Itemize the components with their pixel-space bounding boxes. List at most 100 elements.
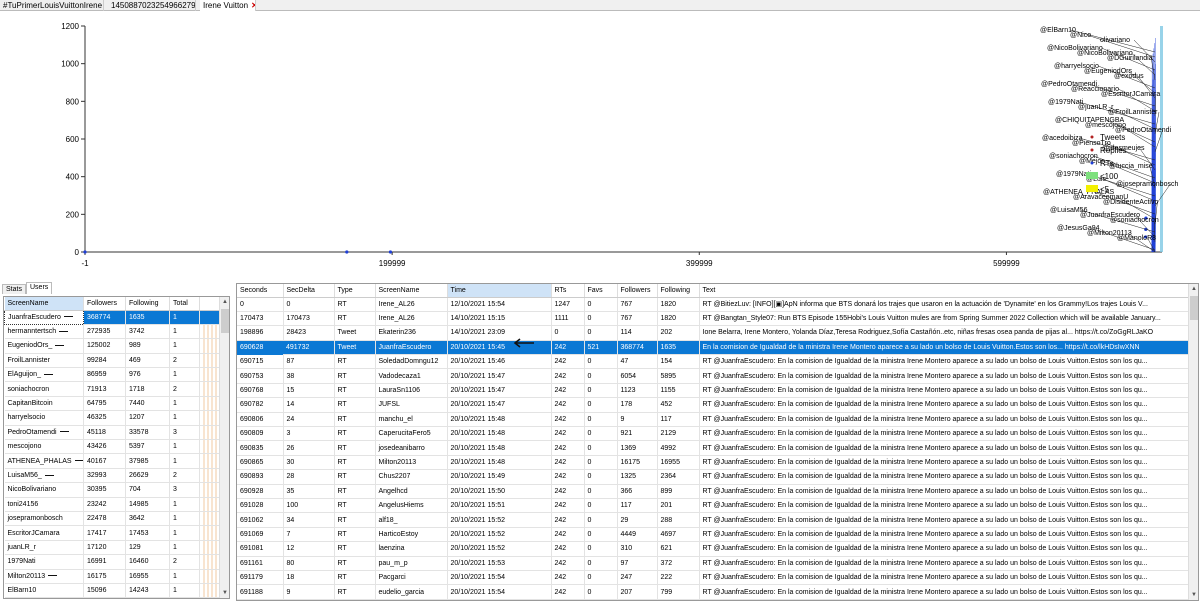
- users-col-header[interactable]: Followers: [83, 297, 126, 311]
- tweets-scrollbar[interactable]: ▲ ▼: [1188, 284, 1198, 600]
- file-tab-2[interactable]: Irene Vuitton✕: [200, 0, 256, 11]
- users-grid[interactable]: ScreenName Followers Following Total Juanfr…: [3, 296, 230, 599]
- tweet-row[interactable]: 690865 30 RT Milton20113 20/10/2021 15:48 242…: [237, 455, 1191, 471]
- tweets-col-header[interactable]: Favs: [584, 284, 618, 298]
- underline-mark: [74, 460, 83, 462]
- tweets-col-header[interactable]: Text: [699, 284, 1191, 298]
- tweet-cell: RT @JuanfraEscudero: En la comision de I…: [699, 354, 1191, 370]
- user-row[interactable]: CapitanBitcoin 64795 7440 1: [4, 396, 222, 412]
- user-row[interactable]: PedroOtamendi 45118 33578 3: [4, 425, 222, 441]
- tweet-cell: JuanfraEscudero: [375, 340, 448, 356]
- tweet-row[interactable]: 0 0 RT Irene_AL26 12/10/2021 15:54 1247 0 767 18…: [237, 297, 1191, 312]
- user-row[interactable]: mescojono 43426 5397 1: [4, 439, 222, 455]
- scroll-up-icon[interactable]: ▲: [220, 297, 229, 307]
- tweet-row[interactable]: 690753 38 RT Vadodecaza1 20/10/2021 15:47 242…: [237, 368, 1191, 384]
- user-row[interactable]: LuisaM56_ 32993 26629 2: [4, 468, 222, 484]
- user-cell-text: 16955: [129, 572, 149, 580]
- user-row[interactable]: ElAguijon_ 86959 976 1: [4, 367, 222, 383]
- tweet-row[interactable]: 691028 100 RT AngelusHiems 20/10/2021 15:51 2…: [237, 498, 1191, 514]
- user-row[interactable]: ATHENEA_PHALAS 40167 37985 1: [4, 453, 222, 469]
- user-row[interactable]: JuanfraEscudero 368774 1635 1: [4, 309, 222, 325]
- timeline-chart[interactable]: 0 200 400 600 800 1000 1200 -1 199999 399999 59999…: [0, 12, 1200, 282]
- tweets-grid[interactable]: Seconds SecDelta Type ScreenName Time RTs Favs…: [236, 283, 1199, 601]
- tweet-row[interactable]: 691062 34 RT alf18_ 20/10/2021 15:52 242 0 29 28…: [237, 512, 1191, 528]
- tweets-col-header[interactable]: SecDelta: [283, 284, 335, 298]
- tweet-row[interactable]: 690768 15 RT LauraSn1106 20/10/2021 15:47 242…: [237, 383, 1191, 399]
- user-cell: 3: [169, 425, 200, 441]
- users-scrollbar[interactable]: ▲ ▼: [219, 297, 229, 598]
- tweet-row[interactable]: 691188 9 RT eudelio_garcia 20/10/2021 15:54 2…: [237, 584, 1191, 600]
- tweet-cell: RT @JuanfraEscudero: En la comision de I…: [699, 541, 1191, 557]
- user-cell-text: 1: [173, 313, 177, 321]
- users-col-header[interactable]: Following: [125, 297, 170, 311]
- tweets-col-header[interactable]: Seconds: [237, 284, 284, 298]
- file-tab-0[interactable]: #TuPrimerLouisVuittonIrene✕: [0, 0, 104, 11]
- file-tab-1[interactable]: 1450887023254966279✕: [108, 0, 196, 11]
- tweet-cell: RT: [334, 484, 376, 499]
- user-row[interactable]: toni24156 23242 14985 1: [4, 497, 222, 512]
- tweet-cell: 288: [657, 512, 700, 528]
- user-row[interactable]: NicoBolivariano 30395 704 3: [4, 482, 222, 498]
- scroll-down-icon[interactable]: ▼: [220, 588, 229, 598]
- tweet-cell: 242: [551, 397, 585, 413]
- user-row[interactable]: 1979Nati 16991 16460 2: [4, 554, 222, 570]
- tweet-row[interactable]: 170473 170473 RT Irene_AL26 14/10/2021 15:15…: [237, 311, 1191, 327]
- user-row[interactable]: FroilLannister 99284 469 2: [4, 353, 222, 369]
- tweet-row[interactable]: 691161 80 RT pau_m_p 20/10/2021 15:53 242 0 97 3…: [237, 556, 1191, 571]
- tweet-cell: 38: [283, 368, 335, 384]
- tweets-col-header[interactable]: Time: [447, 284, 552, 298]
- close-icon[interactable]: ✕: [251, 1, 255, 10]
- user-row[interactable]: DisidenteActivo149848991: [4, 597, 222, 598]
- user-row[interactable]: josepramonbosch 22478 3642 1: [4, 511, 222, 527]
- tweet-row[interactable]: 691069 7 RT HarticoEstoy 20/10/2021 15:52 242…: [237, 527, 1191, 543]
- tweet-row[interactable]: 6911913RTUNADEL5820/10/2021 15:542420354…: [237, 599, 1191, 600]
- tweet-cell: 1247: [551, 297, 585, 312]
- scroll-thumb[interactable]: [221, 309, 229, 333]
- scroll-down-icon[interactable]: ▼: [1189, 590, 1198, 600]
- tweet-row[interactable]: 691081 12 RT laenzina 20/10/2021 15:52 242 0 31…: [237, 541, 1191, 557]
- tweet-row[interactable]: 690928 35 RT Angelhcd 20/10/2021 15:50 242 0 36…: [237, 484, 1191, 499]
- tweets-col-header[interactable]: Following: [657, 284, 700, 298]
- user-row[interactable]: harryelsocio 46325 1207 1: [4, 410, 222, 426]
- users-col-header[interactable]: Total: [169, 297, 200, 311]
- user-cell-text: 99284: [87, 356, 107, 364]
- y-tick-label: 800: [66, 97, 80, 106]
- mention-label: @ManoloR8: [1117, 235, 1156, 242]
- tweet-row[interactable]: 690782 14 RT JUFSL 20/10/2021 15:47 242 0 178 45…: [237, 397, 1191, 413]
- tweet-row[interactable]: 690809 3 RT CaperucitaFero5 20/10/2021 15:48…: [237, 426, 1191, 442]
- scroll-up-icon[interactable]: ▲: [1189, 284, 1198, 294]
- user-row[interactable]: Milton20113 16175 16955 1: [4, 569, 222, 584]
- tweet-cell: 5895: [657, 368, 700, 384]
- tweet-row[interactable]: 690715 87 RT SoledadDomngu12 20/10/2021 15:4…: [237, 354, 1191, 370]
- tweet-row[interactable]: 198896 28423 Tweet Ekaterin236 14/10/2021 23…: [237, 325, 1191, 341]
- user-row[interactable]: ElBarn10 15096 14243 1: [4, 583, 222, 598]
- user-row[interactable]: hermanntertsch 272935 3742 1: [4, 324, 222, 340]
- tweet-cell: 6054: [617, 368, 658, 384]
- user-row[interactable]: EugeniodOrs_ 125002 989 1: [4, 338, 222, 354]
- tweet-row[interactable]: 690893 28 RT Chus2207 20/10/2021 15:49 242 0 13…: [237, 469, 1191, 485]
- tweets-col-header[interactable]: ScreenName: [375, 284, 448, 298]
- tweet-row[interactable]: 690628 491732 Tweet JuanfraEscudero 20/10/20…: [237, 340, 1191, 356]
- user-row[interactable]: soniachocron 71913 1718 2: [4, 381, 222, 397]
- tweet-row[interactable]: 690835 26 RT josedeanibarro 20/10/2021 15:48…: [237, 440, 1191, 456]
- tab-users[interactable]: Users: [26, 282, 53, 294]
- user-cell-text: 272935: [87, 328, 111, 336]
- user-cell-text: PedroOtamendi: [7, 428, 57, 436]
- tweet-cell: 29: [617, 512, 658, 528]
- tweet-cell: 0: [584, 498, 618, 514]
- tab-stats[interactable]: Stats: [2, 284, 26, 294]
- tweets-col-header[interactable]: Type: [334, 284, 376, 298]
- scroll-thumb[interactable]: [1190, 296, 1198, 320]
- user-row[interactable]: EscritorJCamara 17417 17453 1: [4, 525, 222, 541]
- underline-mark: [63, 316, 73, 318]
- tweet-row[interactable]: 690806 24 RT manchu_el 20/10/2021 15:48 242 0 9…: [237, 412, 1191, 428]
- users-col-header[interactable]: ScreenName: [4, 297, 84, 311]
- x-tick-label: -1: [81, 259, 89, 268]
- user-cell-text: 1: [173, 587, 177, 595]
- user-row[interactable]: juanLR_r 17120 129 1: [4, 540, 222, 556]
- tweets-col-header[interactable]: RTs: [551, 284, 585, 298]
- tweet-cell: RT @JuanfraEscudero: En la comision de I…: [699, 584, 1191, 600]
- tweet-row[interactable]: 691179 18 RT Pacgarci 20/10/2021 15:54 242 0 24…: [237, 570, 1191, 586]
- user-cell-text: mescojono: [7, 443, 42, 451]
- tweets-col-header[interactable]: Followers: [617, 284, 658, 298]
